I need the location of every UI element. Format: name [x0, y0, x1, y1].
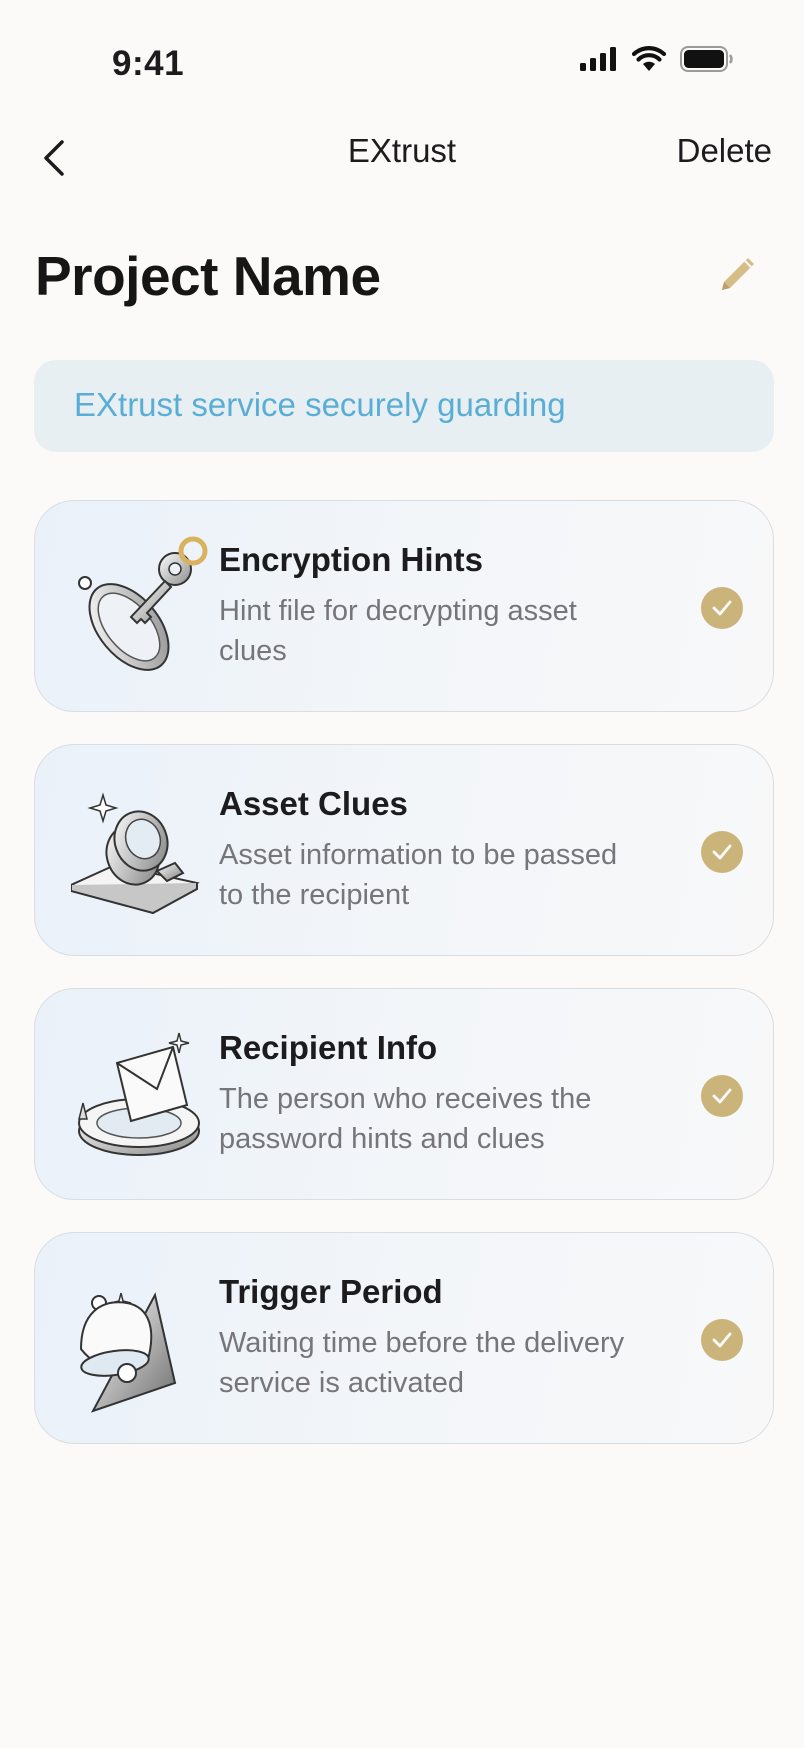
key-icon	[78, 536, 208, 671]
completed-check-icon	[701, 831, 743, 873]
card-title: Asset Clues	[219, 785, 408, 822]
nav-bar: EXtrust Delete	[0, 110, 804, 200]
status-time: 9:41	[112, 44, 185, 83]
status-icons	[580, 46, 734, 72]
card-recipient-info[interactable]: Recipient Info The person who receives t…	[34, 988, 774, 1200]
status-banner: EXtrust service securely guarding	[34, 360, 774, 452]
card-description: The person who receives the password hin…	[219, 1083, 592, 1155]
status-banner-text: EXtrust service securely guarding	[74, 386, 566, 423]
card-title: Recipient Info	[219, 1029, 438, 1066]
status-bar: 9:41	[0, 0, 804, 110]
bell-icon	[79, 1292, 177, 1413]
card-description: Asset information to be passed to the re…	[219, 839, 618, 911]
card-description: Hint file for decrypting asset clues	[219, 595, 577, 667]
page-title: Project Name	[35, 245, 381, 307]
pencil-icon	[722, 258, 754, 290]
card-title: Encryption Hints	[219, 541, 484, 578]
cellular-signal-icon	[580, 47, 616, 71]
card-description: Waiting time before the delivery service…	[219, 1327, 625, 1399]
magnifier-icon	[71, 792, 200, 915]
wifi-icon	[632, 46, 666, 71]
delete-button[interactable]: Delete	[677, 132, 772, 170]
completed-check-icon	[701, 1319, 743, 1361]
completed-check-icon	[701, 1075, 743, 1117]
card-trigger-period[interactable]: Trigger Period Waiting time before the d…	[34, 1232, 774, 1444]
card-encryption-hints[interactable]: Encryption Hints Hint file for decryptin…	[34, 500, 774, 712]
completed-check-icon	[701, 587, 743, 629]
card-title: Trigger Period	[219, 1273, 443, 1310]
battery-icon	[680, 46, 733, 72]
edit-button[interactable]	[712, 248, 764, 300]
envelope-icon	[78, 1032, 200, 1156]
card-asset-clues[interactable]: Asset Clues Asset information to be pass…	[34, 744, 774, 956]
